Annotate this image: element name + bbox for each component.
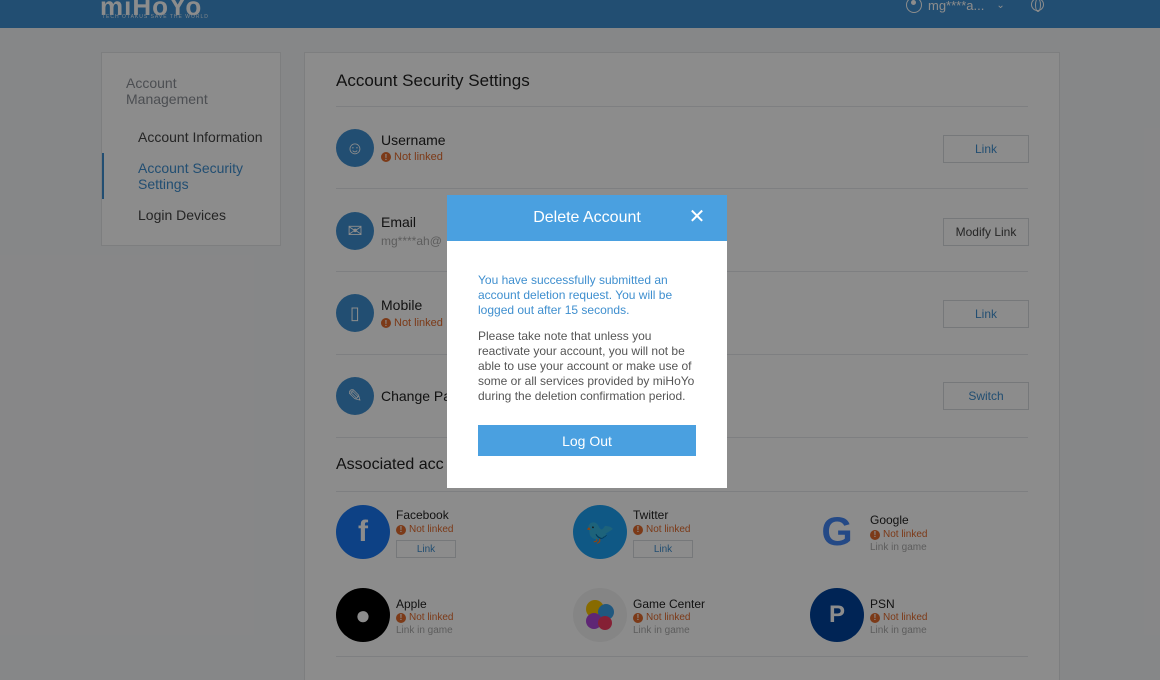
dialog-message: You have successfully submitted an accou… (478, 273, 673, 317)
dialog-title: Delete Account (533, 209, 641, 226)
dialog-note: Please take note that unless you reactiv… (478, 329, 695, 403)
dialog-header: Delete Account ✕ (447, 195, 727, 241)
log-out-button[interactable]: Log Out (478, 425, 696, 456)
close-icon[interactable]: ✕ (688, 207, 706, 227)
delete-account-dialog: Delete Account ✕ You have successfully s… (447, 195, 727, 488)
